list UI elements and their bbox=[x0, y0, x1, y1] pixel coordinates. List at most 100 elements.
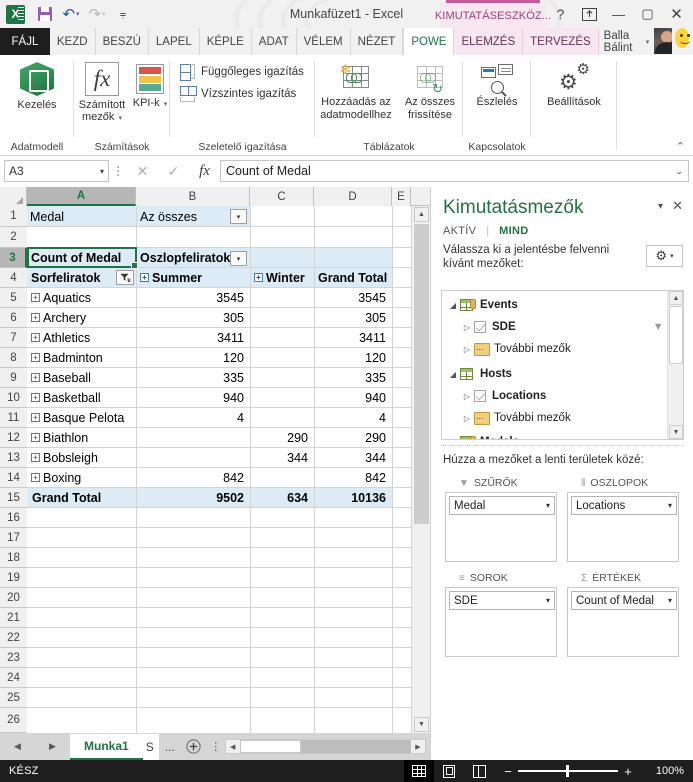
field-checkbox-locations[interactable] bbox=[474, 390, 486, 402]
tab-aktiv[interactable]: AKTÍV bbox=[443, 225, 476, 237]
expand-triangle-icon[interactable]: ▷ bbox=[460, 414, 474, 423]
row-header-8[interactable]: 8 bbox=[0, 348, 27, 368]
cell-d13[interactable]: 344 bbox=[315, 448, 391, 467]
field-pill-locations[interactable]: Locations ▾ bbox=[571, 496, 677, 515]
row-header-23[interactable]: 23 bbox=[0, 648, 27, 668]
vertical-scrollbar[interactable]: ▲ ▼ bbox=[411, 206, 430, 733]
avatar[interactable] bbox=[654, 28, 673, 54]
expand-summer-icon[interactable]: + bbox=[140, 273, 149, 282]
expand-triangle-icon[interactable]: ▷ bbox=[446, 438, 460, 440]
row-header-26[interactable]: 26 bbox=[0, 708, 27, 733]
column-header-e[interactable]: E bbox=[392, 187, 411, 206]
expand-triangle-icon[interactable]: ▷ bbox=[460, 392, 474, 401]
tree-node-hosts[interactable]: ◢ Hosts bbox=[446, 363, 512, 385]
maximize-button[interactable]: ▢ bbox=[633, 3, 662, 25]
cell-b14[interactable]: 842 bbox=[137, 468, 249, 487]
select-all-button[interactable] bbox=[0, 187, 27, 206]
tree-scroll-up-button[interactable]: ▲ bbox=[669, 291, 683, 305]
zoom-slider-track[interactable] bbox=[518, 765, 618, 778]
add-to-data-model-button[interactable]: ✻ Hozzáadás az adatmodellhez bbox=[315, 59, 397, 122]
cell-b5[interactable]: 3545 bbox=[137, 288, 249, 307]
expand-row-icon[interactable]: + bbox=[31, 293, 40, 302]
page-break-view-button[interactable] bbox=[464, 760, 494, 782]
cell-d11[interactable]: 4 bbox=[315, 408, 391, 427]
help-button[interactable]: ? bbox=[546, 3, 575, 25]
cell-a7[interactable]: + Athletics bbox=[28, 328, 135, 347]
tab-lapelrendezes[interactable]: LAPEL bbox=[149, 28, 200, 55]
cell-a9[interactable]: + Baseball bbox=[28, 368, 135, 387]
cell-b4[interactable]: + Summer bbox=[137, 268, 247, 287]
cell-a14[interactable]: + Boxing bbox=[28, 468, 135, 487]
field-pill-count-of-medal[interactable]: Count of Medal ▾ bbox=[571, 591, 677, 610]
cell-b11[interactable]: 4 bbox=[137, 408, 249, 427]
row-header-14[interactable]: 14 bbox=[0, 468, 27, 488]
cell-d5[interactable]: 3545 bbox=[315, 288, 391, 307]
feedback-smiley-icon[interactable] bbox=[675, 28, 690, 48]
cell-d14[interactable]: 842 bbox=[315, 468, 391, 487]
cell-c11[interactable] bbox=[251, 408, 313, 427]
field-pill-medal[interactable]: Medal ▾ bbox=[449, 496, 555, 515]
cell-d12[interactable]: 290 bbox=[315, 428, 391, 447]
row-header-21[interactable]: 21 bbox=[0, 608, 27, 628]
row-header-11[interactable]: 11 bbox=[0, 408, 27, 428]
cell-b10[interactable]: 940 bbox=[137, 388, 249, 407]
row-header-24[interactable]: 24 bbox=[0, 668, 27, 688]
expand-winter-icon[interactable]: + bbox=[254, 273, 263, 282]
pane-menu-button[interactable]: ▾ bbox=[658, 201, 663, 212]
cell-b3[interactable]: Oszlopfeliratok bbox=[137, 248, 230, 267]
row-header-12[interactable]: 12 bbox=[0, 428, 27, 448]
report-filter-dropdown[interactable]: ▾ bbox=[230, 209, 247, 224]
cell-c10[interactable] bbox=[251, 388, 313, 407]
cell-b13[interactable] bbox=[137, 448, 249, 467]
horizontal-scroll-thumb[interactable] bbox=[239, 740, 302, 753]
close-button[interactable]: ✕ bbox=[662, 3, 691, 25]
row-header-5[interactable]: 5 bbox=[0, 288, 27, 308]
field-pill-caret-icon[interactable]: ▾ bbox=[668, 596, 672, 605]
row-header-25[interactable]: 25 bbox=[0, 688, 27, 708]
hscroll-track[interactable] bbox=[239, 740, 411, 753]
cell-b9[interactable]: 335 bbox=[137, 368, 249, 387]
row-header-18[interactable]: 18 bbox=[0, 548, 27, 568]
cell-c12[interactable]: 290 bbox=[251, 428, 313, 447]
row-header-20[interactable]: 20 bbox=[0, 588, 27, 608]
refresh-all-button[interactable]: ↻ Az összes frissítése bbox=[397, 59, 463, 122]
account-button[interactable]: Balla Bálint ▾ bbox=[599, 28, 655, 55]
next-sheet-button[interactable]: ▶ bbox=[49, 741, 56, 752]
column-header-a[interactable]: A bbox=[27, 187, 136, 206]
zoom-slider-thumb[interactable] bbox=[566, 765, 569, 778]
row-header-3[interactable]: 3 bbox=[0, 248, 27, 268]
cell-c13[interactable]: 344 bbox=[251, 448, 313, 467]
tab-powerpivot[interactable]: POWE bbox=[403, 28, 455, 55]
tree-node-medals[interactable]: ▷ Medals bbox=[446, 431, 519, 440]
sheet-tab-munka1[interactable]: Munka1 bbox=[70, 733, 143, 760]
tree-scroll-down-button[interactable]: ▼ bbox=[669, 425, 683, 439]
row-header-13[interactable]: 13 bbox=[0, 448, 27, 468]
horizontal-align-button[interactable]: Vízszintes igazítás bbox=[180, 86, 296, 102]
row-header-7[interactable]: 7 bbox=[0, 328, 27, 348]
column-labels-dropdown[interactable]: ▾ bbox=[230, 251, 247, 266]
enter-formula-button[interactable]: ✓ bbox=[158, 163, 189, 180]
vertical-align-button[interactable]: Függőleges igazítás bbox=[180, 64, 304, 81]
field-checkbox-sde[interactable] bbox=[474, 321, 486, 333]
tree-scroll-thumb[interactable] bbox=[669, 306, 683, 364]
tab-beszuras[interactable]: BESZÚ bbox=[96, 28, 149, 55]
cell-b15[interactable]: 9502 bbox=[137, 488, 249, 507]
row-header-4[interactable]: 4 bbox=[0, 268, 27, 288]
zoom-level-label[interactable]: 100% bbox=[642, 765, 684, 777]
tab-kezd[interactable]: KEZD bbox=[50, 28, 96, 55]
page-layout-view-button[interactable] bbox=[434, 760, 464, 782]
cell-a6[interactable]: + Archery bbox=[28, 308, 135, 327]
cell-a13[interactable]: + Bobsleigh bbox=[28, 448, 135, 467]
column-header-d[interactable]: D bbox=[314, 187, 392, 206]
tab-elemzes[interactable]: ELEMZÉS bbox=[454, 28, 524, 55]
cell-b12[interactable] bbox=[137, 428, 249, 447]
scroll-up-button[interactable]: ▲ bbox=[414, 207, 429, 222]
row-header-2[interactable]: 2 bbox=[0, 227, 27, 248]
tree-node-locations[interactable]: ▷ Locations bbox=[446, 385, 546, 407]
row-labels-filter-button[interactable] bbox=[116, 270, 134, 285]
cell-a1[interactable]: Medal bbox=[27, 206, 136, 227]
tab-kepletek[interactable]: KÉPLE bbox=[200, 28, 252, 55]
tree-node-tovabbi-mezok-2[interactable]: ▷ További mezők bbox=[446, 407, 571, 429]
filters-zone[interactable]: Medal ▾ bbox=[445, 492, 557, 562]
tab-adat[interactable]: ADAT bbox=[252, 28, 297, 55]
